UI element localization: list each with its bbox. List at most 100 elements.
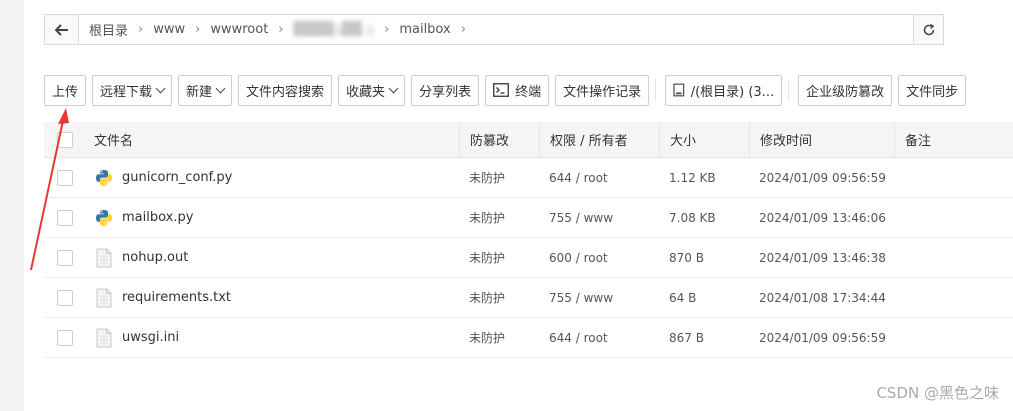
size-cell: 1.12 KB [669, 170, 716, 185]
perm-cell[interactable]: 644 / root [539, 158, 659, 198]
row-checkbox[interactable] [57, 209, 73, 226]
header-protect[interactable]: 防篡改 [459, 121, 539, 158]
remote-download-label: 远程下载 [100, 84, 153, 100]
file-icon [94, 288, 114, 308]
row-checkbox[interactable] [57, 289, 73, 306]
header-perm[interactable]: 权限 / 所有者 [539, 121, 659, 158]
chevron-down-icon [388, 83, 399, 93]
header-mtime[interactable]: 修改时间 [749, 121, 894, 158]
note-cell[interactable] [894, 318, 1013, 358]
chevron-right-icon: › [195, 22, 201, 37]
table-row[interactable]: gunicorn_conf.py 未防护 644 / root 1.12 KB … [44, 158, 1013, 198]
table-row[interactable]: requirements.txt 未防护 755 / www 64 B 2024… [44, 278, 1013, 318]
refresh-icon [923, 23, 934, 35]
select-all-cell [44, 122, 84, 158]
file-name[interactable]: requirements.txt [122, 290, 231, 305]
note-cell[interactable] [894, 158, 1013, 198]
size-cell: 64 B [669, 290, 697, 305]
perm-cell[interactable]: 600 / root [539, 238, 659, 278]
note-cell[interactable] [894, 278, 1013, 318]
breadcrumb-item-root[interactable]: 根目录 [89, 20, 128, 39]
note-cell[interactable] [894, 198, 1013, 238]
remote-download-button[interactable]: 远程下载 [92, 74, 173, 106]
name-cell[interactable]: requirements.txt [84, 278, 459, 318]
toolbar: 上传 远程下载 新建 文件内容搜索 收藏夹 分享列表 终端 文件操作记录 /(根… [44, 74, 972, 106]
perm-cell[interactable]: 644 / root [539, 318, 659, 358]
file-sync-button[interactable]: 文件同步 [898, 74, 967, 106]
row-checkbox-cell [44, 198, 84, 238]
protect-cell[interactable]: 未防护 [459, 198, 539, 238]
size-cell: 867 B [669, 330, 704, 345]
select-all-checkbox[interactable] [57, 131, 73, 148]
row-checkbox[interactable] [57, 329, 73, 346]
chevron-right-icon: › [460, 22, 466, 37]
mtime-cell: 2024/01/09 09:56:59 [759, 330, 886, 345]
breadcrumb-bar: 根目录 › www › wwwroot › ████g██.g › mailbo… [44, 14, 944, 45]
header-note: 备注 [894, 121, 1013, 158]
table-row[interactable]: nohup.out 未防护 600 / root 870 B 2024/01/0… [44, 238, 1013, 278]
row-checkbox[interactable] [57, 169, 73, 186]
favorites-label: 收藏夹 [346, 84, 386, 100]
python-file-icon [94, 208, 114, 228]
row-checkbox-cell [44, 158, 84, 198]
protect-cell[interactable]: 未防护 [459, 278, 539, 318]
new-label: 新建 [186, 84, 213, 100]
breadcrumb-item-redacted[interactable]: ████g██.g [294, 22, 375, 37]
header-size[interactable]: 大小 [659, 121, 749, 158]
mtime-cell: 2024/01/08 17:34:44 [759, 290, 886, 305]
row-checkbox-cell [44, 318, 84, 358]
file-name[interactable]: gunicorn_conf.py [122, 170, 232, 185]
mtime-cell: 2024/01/09 13:46:38 [759, 250, 886, 265]
toolbar-divider [655, 79, 659, 101]
protect-cell[interactable]: 未防护 [459, 158, 539, 198]
row-checkbox-cell [44, 238, 84, 278]
arrow-left-icon [54, 23, 68, 36]
disk-label: /(根目录) (3... [690, 84, 775, 100]
file-icon [94, 328, 114, 348]
breadcrumb-item-mailbox[interactable]: mailbox [399, 22, 450, 37]
protect-cell[interactable]: 未防护 [459, 238, 539, 278]
new-button[interactable]: 新建 [178, 74, 233, 106]
file-table: 文件名 防篡改 权限 / 所有者 大小 修改时间 备注 gunicorn_con… [44, 121, 1013, 358]
content-search-button[interactable]: 文件内容搜索 [238, 74, 333, 106]
favorites-button[interactable]: 收藏夹 [338, 74, 406, 106]
terminal-button[interactable]: 终端 [485, 74, 550, 106]
file-log-button[interactable]: 文件操作记录 [555, 74, 650, 106]
left-gutter [0, 0, 24, 411]
table-row[interactable]: uwsgi.ini 未防护 644 / root 867 B 2024/01/0… [44, 318, 1013, 358]
file-icon [94, 248, 114, 268]
name-cell[interactable]: uwsgi.ini [84, 318, 459, 358]
back-button[interactable] [45, 15, 79, 44]
name-cell[interactable]: mailbox.py [84, 198, 459, 238]
perm-cell[interactable]: 755 / www [539, 278, 659, 318]
file-name[interactable]: uwsgi.ini [122, 330, 179, 345]
file-name[interactable]: nohup.out [122, 250, 188, 265]
table-header: 文件名 防篡改 权限 / 所有者 大小 修改时间 备注 [44, 121, 1013, 158]
perm-cell[interactable]: 755 / www [539, 198, 659, 238]
breadcrumb: 根目录 › www › wwwroot › ████g██.g › mailbo… [79, 15, 913, 44]
python-file-icon [94, 168, 114, 188]
share-list-button[interactable]: 分享列表 [411, 74, 480, 106]
header-name[interactable]: 文件名 [84, 122, 459, 158]
mtime-cell: 2024/01/09 09:56:59 [759, 170, 886, 185]
row-checkbox[interactable] [57, 249, 73, 266]
note-cell[interactable] [894, 238, 1013, 278]
disk-button[interactable]: /(根目录) (3... [665, 74, 783, 106]
refresh-button[interactable] [913, 15, 943, 44]
chevron-right-icon: › [384, 22, 390, 37]
chevron-down-icon [155, 83, 166, 93]
table-row[interactable]: mailbox.py 未防护 755 / www 7.08 KB 2024/01… [44, 198, 1013, 238]
mtime-cell: 2024/01/09 13:46:06 [759, 210, 886, 225]
name-cell[interactable]: gunicorn_conf.py [84, 158, 459, 198]
name-cell[interactable]: nohup.out [84, 238, 459, 278]
breadcrumb-item-www[interactable]: www [153, 22, 185, 37]
upload-button[interactable]: 上传 [44, 74, 86, 106]
watermark: CSDN @黑色之味 [876, 384, 999, 402]
terminal-label: 终端 [515, 84, 542, 100]
protect-cell[interactable]: 未防护 [459, 318, 539, 358]
file-name[interactable]: mailbox.py [122, 210, 193, 225]
tamper-proof-button[interactable]: 企业级防篡改 [798, 74, 893, 106]
row-checkbox-cell [44, 278, 84, 318]
terminal-icon [493, 83, 509, 97]
breadcrumb-item-wwwroot[interactable]: wwwroot [210, 22, 268, 37]
